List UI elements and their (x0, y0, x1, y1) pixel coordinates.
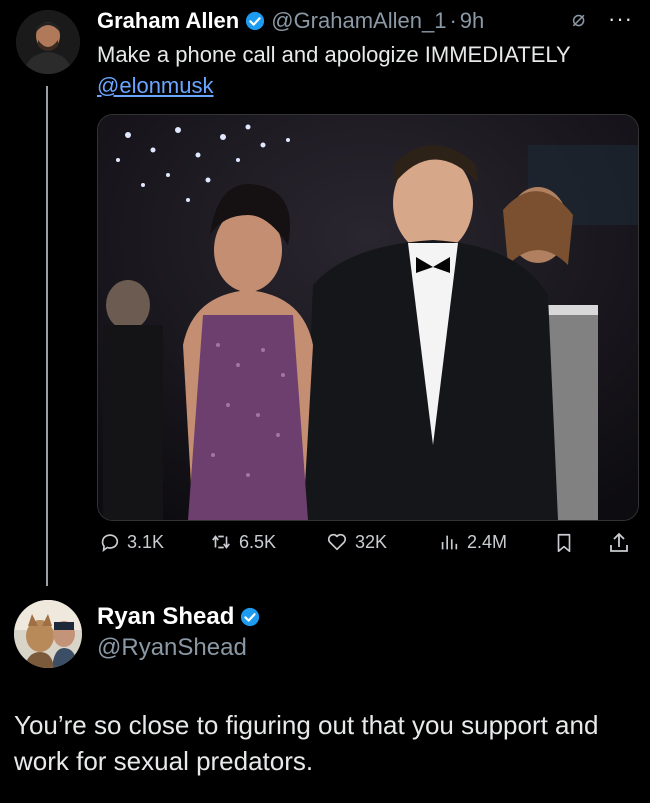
analytics-icon (441, 535, 458, 550)
photo-image (98, 115, 638, 520)
reply-avatar-image (14, 600, 82, 668)
author-name[interactable]: Graham Allen (97, 8, 239, 34)
author-handle[interactable]: @GrahamAllen_1 (271, 8, 446, 34)
reply-text: You’re so close to figuring out that you… (14, 710, 599, 776)
grok-icon[interactable]: ⌀ (572, 6, 585, 32)
retweet-count: 6.5K (239, 531, 277, 552)
avatar[interactable] (16, 10, 80, 74)
tweet-photo[interactable] (97, 114, 639, 521)
avatar-image (16, 10, 80, 74)
share-icon (610, 532, 628, 552)
thread-line (46, 86, 48, 586)
mention-link[interactable]: @elonmusk (97, 73, 214, 99)
heart-icon (327, 533, 347, 551)
timestamp[interactable]: 9h (460, 8, 484, 34)
reply-count: 3.1K (127, 531, 165, 552)
like-count: 32K (355, 531, 388, 552)
retweet-icon (212, 535, 230, 549)
reply-author-name[interactable]: Ryan Shead (97, 603, 234, 631)
bookmark-button[interactable] (553, 531, 581, 555)
more-options-icon[interactable]: ··· (608, 6, 633, 32)
reply-avatar[interactable] (14, 600, 82, 668)
separator: · (449, 8, 457, 33)
tweet-header: Graham Allen @GrahamAllen_1 · 9h (97, 8, 484, 34)
tweet-text: Make a phone call and apologize IMMEDIAT… (97, 42, 571, 67)
reply-header: Ryan Shead (97, 603, 266, 631)
retweet-button[interactable]: 6.5K (209, 531, 276, 553)
verified-badge-icon (241, 607, 260, 627)
reply-author-handle[interactable]: @RyanShead (97, 634, 247, 662)
view-count: 2.4M (467, 531, 508, 552)
tweet-actions: 3.1K 6.5K 32K 2.4M (97, 531, 637, 561)
reply-icon (101, 534, 119, 553)
bookmark-icon (557, 533, 571, 553)
like-button[interactable]: 32K (325, 531, 387, 553)
reply-button[interactable]: 3.1K (99, 531, 164, 553)
share-button[interactable] (607, 531, 637, 555)
views-button[interactable]: 2.4M (437, 531, 507, 553)
verified-badge-icon (246, 11, 265, 31)
